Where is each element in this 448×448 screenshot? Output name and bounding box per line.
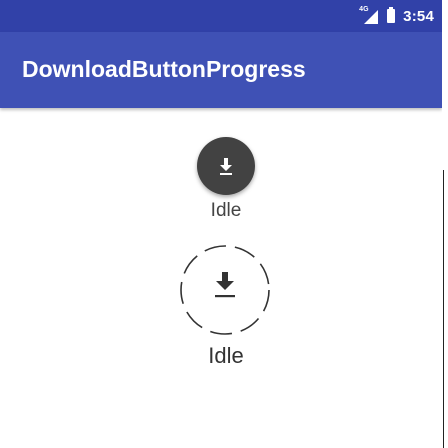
download-icon <box>215 272 235 298</box>
app-title: DownloadButtonProgress <box>22 56 306 82</box>
status-label-2: Idle <box>208 343 244 368</box>
status-bar: 4G 3:54 <box>0 0 448 32</box>
status-label-1: Idle <box>210 200 242 221</box>
signal-icon: 4G <box>359 6 379 24</box>
status-icons: 4G 3:54 <box>359 6 434 26</box>
app-bar: DownloadButtonProgress <box>0 32 442 108</box>
download-button-outline[interactable] <box>175 240 275 340</box>
battery-icon <box>387 7 396 23</box>
divider <box>443 170 444 448</box>
download-icon <box>220 158 232 175</box>
download-button-filled[interactable] <box>197 137 255 195</box>
status-time: 3:54 <box>403 7 434 25</box>
network-type: 4G <box>359 6 369 13</box>
